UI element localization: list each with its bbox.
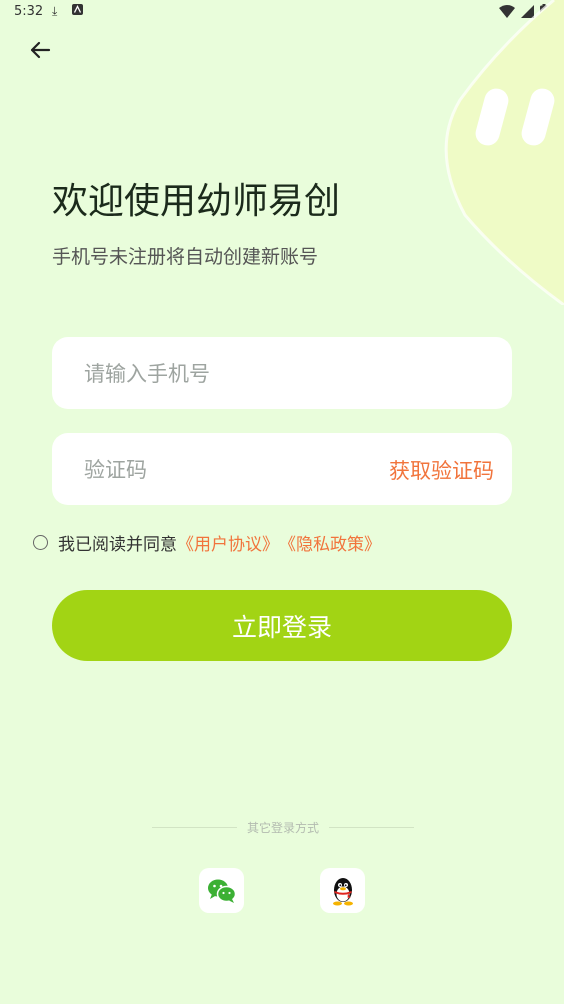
code-input[interactable] xyxy=(82,433,356,507)
divider-line-right xyxy=(329,826,415,828)
agreement-row: 我已阅读并同意 《用户协议》 《隐私政策》 xyxy=(33,530,381,555)
other-login-label: 其它登录方式 xyxy=(247,820,320,835)
back-button[interactable] xyxy=(24,34,56,66)
decorative-quote-shape xyxy=(440,0,564,305)
code-field: 获取验证码 xyxy=(52,433,512,507)
privacy-policy-link[interactable]: 《隐私政策》 xyxy=(279,530,381,555)
phone-field xyxy=(52,337,512,411)
user-agreement-link[interactable]: 《用户协议》 xyxy=(177,530,279,555)
page-subtitle: 手机号未注册将自动创建新账号 xyxy=(52,246,319,268)
divider-line-left xyxy=(152,826,237,828)
agreement-checkbox[interactable] xyxy=(33,535,48,550)
phone-input[interactable] xyxy=(82,337,354,411)
wechat-login-button[interactable] xyxy=(199,868,244,913)
qq-login-button[interactable] xyxy=(320,868,365,913)
login-button[interactable]: 立即登录 xyxy=(52,590,512,661)
back-arrow-icon xyxy=(30,41,51,59)
agreement-text: 我已阅读并同意 xyxy=(58,535,177,555)
get-code-button[interactable]: 获取验证码 xyxy=(389,455,494,485)
qq-icon xyxy=(332,877,353,905)
other-login-divider: 其它登录方式 xyxy=(152,818,415,836)
download-icon: ⤓ xyxy=(52,4,58,18)
status-time: 5:32 xyxy=(14,4,44,19)
page-title: 欢迎使用幼师易创 xyxy=(52,181,341,222)
app-notification-icon xyxy=(72,4,83,18)
wechat-icon xyxy=(207,879,236,903)
